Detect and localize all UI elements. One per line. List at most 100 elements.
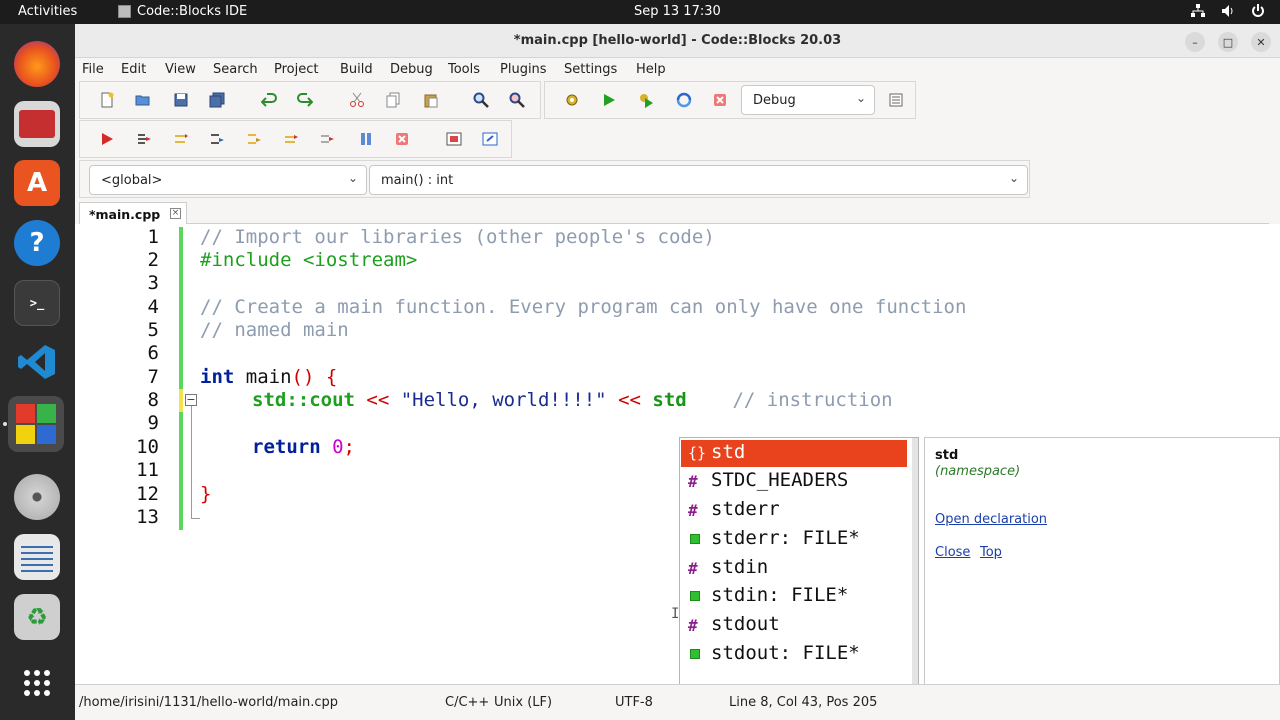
menu-edit[interactable]: Edit [121,62,146,77]
menu-settings[interactable]: Settings [564,62,617,77]
next-line-icon[interactable] [172,130,190,148]
menu-tools[interactable]: Tools [448,62,480,77]
codeblocks-window: *main.cpp [hello-world] - Code::Blocks 2… [75,24,1280,720]
autocomplete-list[interactable]: {} std # STDC_HEADERS # stderr stderr: F… [679,437,919,697]
copy-icon[interactable] [384,91,402,109]
maximize-button[interactable]: □ [1218,32,1238,52]
status-eol: Unix (LF) [494,695,553,710]
rebuild-icon[interactable] [675,91,693,109]
app-center-icon[interactable]: A [14,160,60,206]
new-file-icon[interactable] [98,91,116,109]
line-number: 13 [136,506,159,528]
brace: { [314,366,338,388]
step-out-icon[interactable] [245,130,263,148]
various-info-icon[interactable] [481,130,499,148]
autocomplete-item[interactable]: # stdin [681,555,907,582]
paste-icon[interactable] [422,91,440,109]
close-button[interactable]: ✕ [1251,32,1271,52]
vscode-icon[interactable] [14,339,60,385]
activities-button[interactable]: Activities [18,4,77,19]
autocomplete-item[interactable]: # stderr [681,497,907,524]
menu-build[interactable]: Build [340,62,373,77]
dock: A ? >_ ♻ [0,24,75,720]
build-icon[interactable] [563,91,581,109]
firefox-icon[interactable] [14,41,60,87]
line-number: 9 [147,412,159,434]
codeblocks-logo [16,404,56,444]
app-grid-icon[interactable] [14,660,60,706]
redo-icon[interactable] [296,91,314,109]
chevron-down-icon: ⌄ [1008,171,1019,185]
folder-shape [19,110,55,138]
find-icon[interactable] [472,91,490,109]
terminal-icon[interactable]: >_ [14,280,60,326]
menu-file[interactable]: File [82,62,104,77]
chevron-down-icon: ⌄ [347,171,358,185]
menu-plugins[interactable]: Plugins [500,62,547,77]
step-into-instruction-icon[interactable] [318,130,336,148]
function-select[interactable]: main() : int ⌄ [369,165,1028,195]
clock[interactable]: Sep 13 17:30 [634,4,721,19]
status-language: C/C++ [445,695,490,710]
run-icon[interactable] [600,91,618,109]
help-icon[interactable]: ? [14,220,60,266]
window-titlebar[interactable]: *main.cpp [hello-world] - Code::Blocks 2… [75,24,1280,58]
app-menu-label: Code::Blocks IDE [137,4,248,19]
top-link[interactable]: Top [980,545,1002,560]
codeblocks-icon[interactable] [8,396,64,452]
scope-select[interactable]: <global> ⌄ [89,165,367,195]
close-tab-icon[interactable]: × [170,208,181,219]
close-link[interactable]: Close [935,545,970,560]
parens: () [291,366,315,388]
trash-icon[interactable]: ♻ [14,594,60,640]
build-target-select[interactable]: Debug ⌄ [741,85,875,115]
app-menu[interactable]: Code::Blocks IDE [118,4,247,19]
abort-icon[interactable] [711,91,729,109]
pause-icon[interactable] [357,130,375,148]
cut-icon[interactable] [348,91,366,109]
stop-debugger-icon[interactable] [393,130,411,148]
menu-project[interactable]: Project [274,62,318,77]
replace-icon[interactable] [508,91,526,109]
tab-main-cpp[interactable]: *main.cpp × [79,202,187,224]
autocomplete-item[interactable]: stderr: FILE* [681,526,907,553]
code-line-7: int main() { [200,366,337,388]
text-editor-icon[interactable] [14,534,60,580]
autocomplete-scrollbar[interactable] [912,438,918,696]
build-and-run-icon[interactable] [637,91,655,109]
debug-windows-icon[interactable] [445,130,463,148]
documentation-popup: std (namespace) Open declaration Close T… [924,437,1280,709]
minimize-button[interactable]: – [1185,32,1205,52]
grid-dots [24,670,50,696]
autocomplete-item[interactable]: # stdout [681,612,907,639]
autocomplete-item[interactable]: # STDC_HEADERS [681,468,907,495]
save-icon[interactable] [172,91,190,109]
run-to-cursor-icon[interactable] [135,130,153,148]
menu-debug[interactable]: Debug [390,62,433,77]
autocomplete-item[interactable]: {} std [681,440,907,467]
autocomplete-item[interactable]: stdin: FILE* [681,583,907,610]
autocomplete-item[interactable]: stdout: FILE* [681,641,907,668]
codeblocks-app-icon [118,5,131,18]
system-top-bar: Activities Code::Blocks IDE Sep 13 17:30 [0,0,1280,24]
step-into-icon[interactable] [208,130,226,148]
macro-icon: # [688,616,698,635]
open-declaration-link[interactable]: Open declaration [935,512,1047,527]
disc-icon[interactable] [14,474,60,520]
undo-icon[interactable] [260,91,278,109]
next-instruction-icon[interactable] [282,130,300,148]
autocomplete-item-label: stdin: FILE* [711,584,849,606]
menu-search[interactable]: Search [213,62,258,77]
debug-start-icon[interactable] [98,130,116,148]
fold-toggle-icon[interactable]: − [185,394,197,406]
open-file-icon[interactable] [134,91,152,109]
system-tray[interactable] [1190,3,1266,19]
files-icon[interactable] [14,101,60,147]
save-all-icon[interactable] [208,91,226,109]
code-line-5: // named main [200,319,349,341]
tab-label: *main.cpp [89,207,161,222]
menu-view[interactable]: View [165,62,196,77]
autocomplete-item-label: stdout [711,613,780,635]
show-target-dialog-icon[interactable] [887,91,905,109]
menu-help[interactable]: Help [636,62,666,77]
